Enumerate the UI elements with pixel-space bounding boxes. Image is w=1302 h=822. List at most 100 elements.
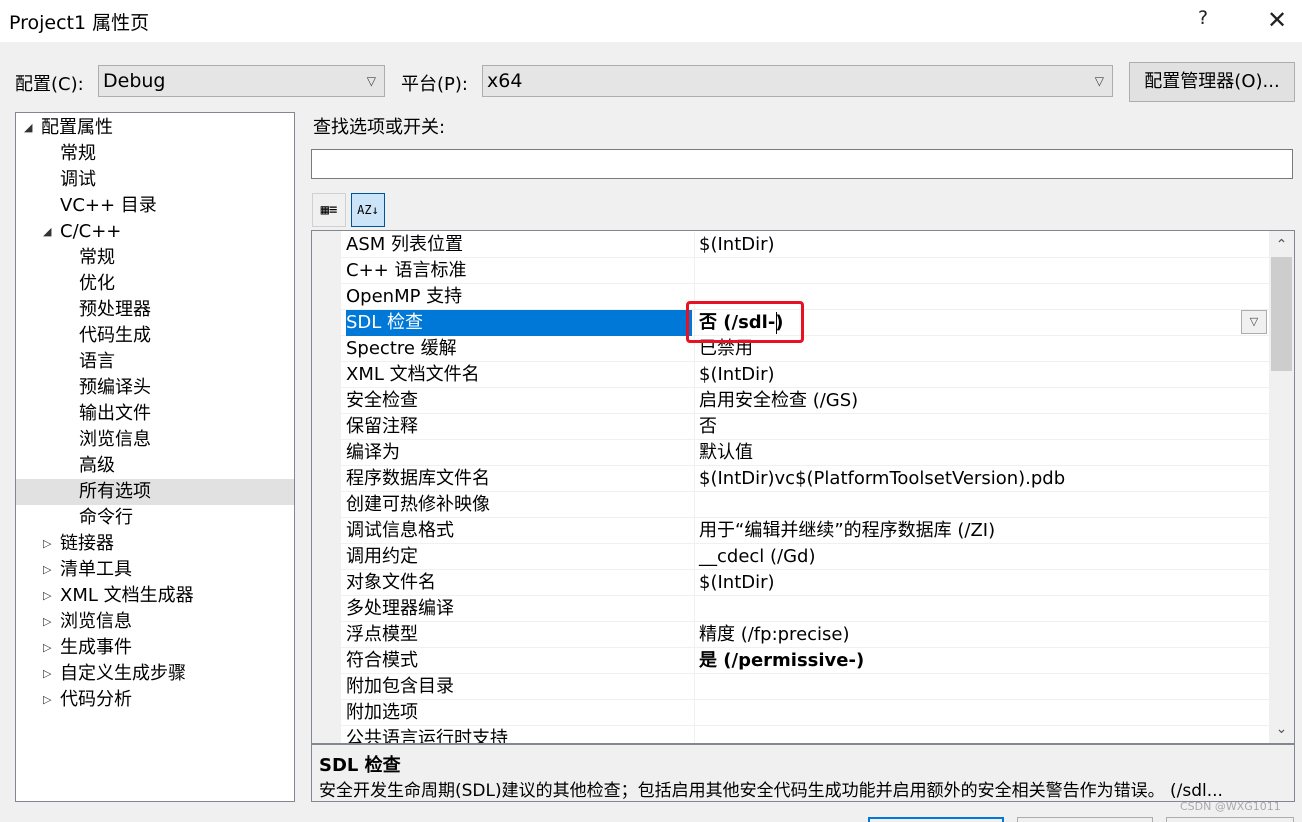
- title-bar: Project1 属性页 ? ✕: [0, 0, 1302, 42]
- tree-item[interactable]: 所有选项: [16, 479, 294, 505]
- tree-item-label: 预编译头: [79, 377, 151, 398]
- tree-item-label: 高级: [79, 455, 115, 476]
- ok-button[interactable]: [868, 817, 1004, 822]
- collapsed-icon[interactable]: ▷: [43, 609, 51, 635]
- tree-item[interactable]: 优化: [16, 271, 294, 297]
- property-row[interactable]: Spectre 缓解 已禁用: [341, 336, 1269, 362]
- tree-item[interactable]: 语言: [16, 349, 294, 375]
- property-value: [694, 674, 1269, 700]
- apply-button[interactable]: [1166, 817, 1294, 822]
- tree-item[interactable]: ◢ C/C++: [16, 219, 294, 245]
- tree-item[interactable]: 预编译头: [16, 375, 294, 401]
- collapsed-icon[interactable]: ▷: [43, 583, 51, 609]
- search-label: 查找选项或开关:: [313, 117, 446, 138]
- tree-item[interactable]: ▷ 生成事件: [16, 635, 294, 661]
- tree-item[interactable]: ◢ 配置属性: [16, 115, 294, 141]
- property-tree[interactable]: ◢ 配置属性 常规 调试 VC++ 目录 ◢ C/C++ 常规 优化 预处理器 代码生成 语言 预编译头…: [15, 112, 295, 802]
- property-row[interactable]: 调试信息格式 用于“编辑并继续”的程序数据库 (/ZI): [341, 518, 1269, 544]
- search-input[interactable]: [311, 149, 1293, 179]
- tree-item[interactable]: ▷ XML 文档生成器: [16, 583, 294, 609]
- property-row[interactable]: XML 文档文件名 $(IntDir): [341, 362, 1269, 388]
- property-value: 否: [694, 414, 1269, 440]
- value-dropdown-button[interactable]: ▽: [1241, 310, 1267, 334]
- property-row[interactable]: 保留注释 否: [341, 414, 1269, 440]
- tree-item[interactable]: ▷ 代码分析: [16, 687, 294, 713]
- property-name: 调试信息格式: [346, 520, 454, 541]
- property-row[interactable]: 调用约定 __cdecl (/Gd): [341, 544, 1269, 570]
- chevron-down-icon: ▽: [1094, 74, 1104, 88]
- property-name: Spectre 缓解: [346, 338, 457, 359]
- platform-select[interactable]: x64 ▽: [482, 65, 1113, 97]
- property-name: 附加包含目录: [346, 676, 454, 697]
- property-row[interactable]: 附加选项: [341, 700, 1269, 726]
- property-row[interactable]: 附加包含目录: [341, 674, 1269, 700]
- cancel-button[interactable]: [1017, 817, 1153, 822]
- property-row[interactable]: 浮点模型 精度 (/fp:precise): [341, 622, 1269, 648]
- collapsed-icon[interactable]: ▷: [43, 635, 51, 661]
- collapsed-icon[interactable]: ▷: [43, 687, 51, 713]
- tree-item[interactable]: VC++ 目录: [16, 193, 294, 219]
- property-value: [694, 492, 1269, 518]
- tree-item[interactable]: 预处理器: [16, 297, 294, 323]
- property-value: $(IntDir): [694, 362, 1269, 388]
- property-value: [694, 258, 1269, 284]
- platform-value: x64: [487, 70, 523, 92]
- watermark: CSDN @WXG1011: [1180, 800, 1281, 813]
- config-manager-button[interactable]: 配置管理器(O)...: [1129, 62, 1295, 102]
- property-row[interactable]: 安全检查 启用安全检查 (/GS): [341, 388, 1269, 414]
- collapsed-icon[interactable]: ▷: [43, 557, 51, 583]
- tree-item[interactable]: 常规: [16, 245, 294, 271]
- alphabetical-sort-button[interactable]: AZ↓: [351, 193, 385, 227]
- property-row[interactable]: 创建可热修补映像: [341, 492, 1269, 518]
- tree-item[interactable]: 浏览信息: [16, 427, 294, 453]
- help-button[interactable]: ?: [1198, 7, 1208, 29]
- property-name: 调用约定: [346, 546, 418, 567]
- property-value: [694, 726, 1269, 743]
- categorized-view-button[interactable]: ▦≡: [312, 193, 346, 227]
- property-row[interactable]: OpenMP 支持: [341, 284, 1269, 310]
- property-row[interactable]: 编译为 默认值: [341, 440, 1269, 466]
- window-title: Project1 属性页: [9, 12, 150, 34]
- property-row[interactable]: C++ 语言标准: [341, 258, 1269, 284]
- tree-item[interactable]: ▷ 清单工具: [16, 557, 294, 583]
- tree-item[interactable]: ▷ 自定义生成步骤: [16, 661, 294, 687]
- tree-item-label: 生成事件: [60, 637, 132, 658]
- scroll-up-icon[interactable]: ⌃: [1269, 233, 1294, 257]
- tree-item[interactable]: 高级: [16, 453, 294, 479]
- collapsed-icon[interactable]: ▷: [43, 531, 51, 557]
- property-value: $(IntDir): [694, 570, 1269, 596]
- property-row[interactable]: ASM 列表位置 $(IntDir): [341, 232, 1269, 258]
- tree-item[interactable]: ▷ 链接器: [16, 531, 294, 557]
- tree-item[interactable]: ▷ 浏览信息: [16, 609, 294, 635]
- property-row[interactable]: SDL 检查否 (/sdl-): [341, 310, 1269, 336]
- expanded-icon[interactable]: ◢: [24, 115, 32, 141]
- tree-item[interactable]: 代码生成: [16, 323, 294, 349]
- property-row[interactable]: 公共语言运行时支持: [341, 726, 1269, 743]
- collapsed-icon[interactable]: ▷: [43, 661, 51, 687]
- config-select[interactable]: Debug ▽: [98, 65, 385, 97]
- tree-item[interactable]: 调试: [16, 167, 294, 193]
- tree-item-label: 代码生成: [79, 325, 151, 346]
- config-value: Debug: [103, 70, 166, 92]
- vertical-scrollbar[interactable]: ⌃ ⌄: [1269, 231, 1294, 743]
- expanded-icon[interactable]: ◢: [43, 219, 51, 245]
- property-name: 多处理器编译: [346, 598, 454, 619]
- property-row[interactable]: 程序数据库文件名 $(IntDir)vc$(PlatformToolsetVers…: [341, 466, 1269, 492]
- property-row[interactable]: 多处理器编译: [341, 596, 1269, 622]
- property-row[interactable]: 符合模式 是 (/permissive-): [341, 648, 1269, 674]
- property-name: 程序数据库文件名: [346, 468, 490, 489]
- property-name: XML 文档文件名: [346, 364, 480, 385]
- tree-item-label: 语言: [79, 351, 115, 372]
- property-value: 启用安全检查 (/GS): [694, 388, 1269, 414]
- scroll-thumb[interactable]: [1271, 257, 1292, 371]
- property-name: 符合模式: [346, 650, 418, 671]
- property-grid[interactable]: ASM 列表位置 $(IntDir) C++ 语言标准 OpenMP 支持 SDL 检查…: [311, 230, 1295, 744]
- property-name: OpenMP 支持: [346, 286, 463, 307]
- tree-item[interactable]: 命令行: [16, 505, 294, 531]
- scroll-down-icon[interactable]: ⌄: [1269, 717, 1294, 741]
- tree-item[interactable]: 常规: [16, 141, 294, 167]
- tree-item-label: 代码分析: [60, 689, 132, 710]
- property-row[interactable]: 对象文件名 $(IntDir): [341, 570, 1269, 596]
- tree-item[interactable]: 输出文件: [16, 401, 294, 427]
- close-button[interactable]: ✕: [1262, 2, 1292, 38]
